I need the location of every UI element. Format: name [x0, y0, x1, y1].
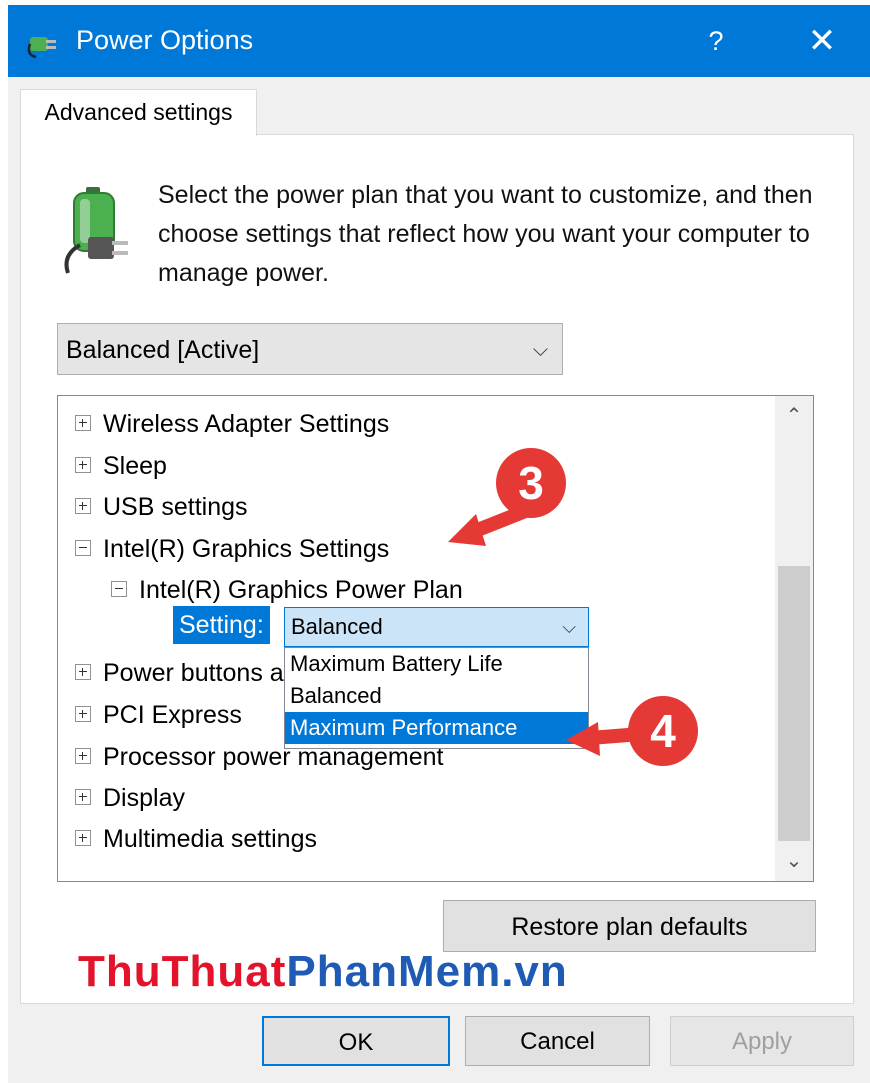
tree-item-sleep[interactable]: Sleep	[75, 448, 167, 484]
chevron-down-icon: ⌵	[532, 339, 548, 361]
battery-plug-icon	[64, 187, 128, 274]
apply-button[interactable]: Apply	[670, 1016, 854, 1066]
step-4-callout: 4	[628, 696, 698, 766]
tree-item-pci-express[interactable]: PCI Express	[75, 697, 242, 733]
setting-value: Balanced	[291, 614, 383, 639]
chevron-down-icon: ⌵	[562, 617, 576, 637]
option-maximum-battery-life[interactable]: Maximum Battery Life	[285, 648, 588, 680]
expand-icon[interactable]	[75, 498, 91, 515]
close-button[interactable]: ✕	[800, 19, 844, 63]
page-description: Select the power plan that you want to c…	[158, 181, 813, 287]
step-3-callout: 3	[496, 448, 566, 518]
window-title: Power Options	[76, 25, 254, 55]
expand-icon[interactable]	[75, 664, 91, 681]
setting-label: Setting:	[173, 606, 270, 644]
watermark: ThuThuatPhanMem.vn	[78, 947, 568, 996]
tree-item-multimedia[interactable]: Multimedia settings	[75, 821, 317, 857]
tree-item-wireless-adapter[interactable]: Wireless Adapter Settings	[75, 406, 389, 442]
expand-icon[interactable]	[75, 830, 91, 847]
help-button[interactable]: ?	[696, 19, 736, 63]
expand-icon[interactable]	[75, 748, 91, 765]
settings-tree[interactable]: Wireless Adapter Settings Sleep USB sett…	[57, 395, 814, 882]
title-bar: Power Options ? ✕	[8, 5, 870, 77]
tab-advanced-settings[interactable]: Advanced settings	[20, 89, 257, 136]
tree-item-intel-graphics[interactable]: Intel(R) Graphics Settings	[75, 531, 389, 567]
collapse-icon[interactable]	[75, 540, 91, 557]
expand-icon[interactable]	[75, 789, 91, 806]
option-maximum-performance[interactable]: Maximum Performance	[285, 712, 588, 744]
expand-icon[interactable]	[75, 415, 91, 432]
expand-icon[interactable]	[75, 706, 91, 723]
collapse-icon[interactable]	[111, 581, 127, 598]
tree-item-intel-graphics-power-plan[interactable]: Intel(R) Graphics Power Plan	[111, 572, 463, 608]
power-plan-select[interactable]: Balanced [Active] ⌵	[57, 323, 563, 375]
tree-item-display[interactable]: Display	[75, 780, 185, 816]
tree-item-usb-settings[interactable]: USB settings	[75, 489, 248, 525]
vertical-scrollbar[interactable]: ⌃ ⌄	[775, 396, 813, 881]
ok-button[interactable]: OK	[262, 1016, 450, 1066]
setting-select[interactable]: Balanced ⌵	[284, 607, 589, 647]
expand-icon[interactable]	[75, 457, 91, 474]
power-plan-value: Balanced [Active]	[66, 336, 260, 364]
restore-plan-defaults-button[interactable]: Restore plan defaults	[443, 900, 816, 952]
setting-dropdown-list: Maximum Battery Life Balanced Maximum Pe…	[284, 647, 589, 749]
scroll-down-arrow-icon[interactable]: ⌄	[775, 841, 813, 881]
power-options-icon	[27, 37, 56, 59]
scrollbar-thumb[interactable]	[778, 566, 810, 841]
option-balanced[interactable]: Balanced	[285, 680, 588, 712]
scroll-up-arrow-icon[interactable]: ⌃	[775, 396, 813, 436]
cancel-button[interactable]: Cancel	[465, 1016, 650, 1066]
